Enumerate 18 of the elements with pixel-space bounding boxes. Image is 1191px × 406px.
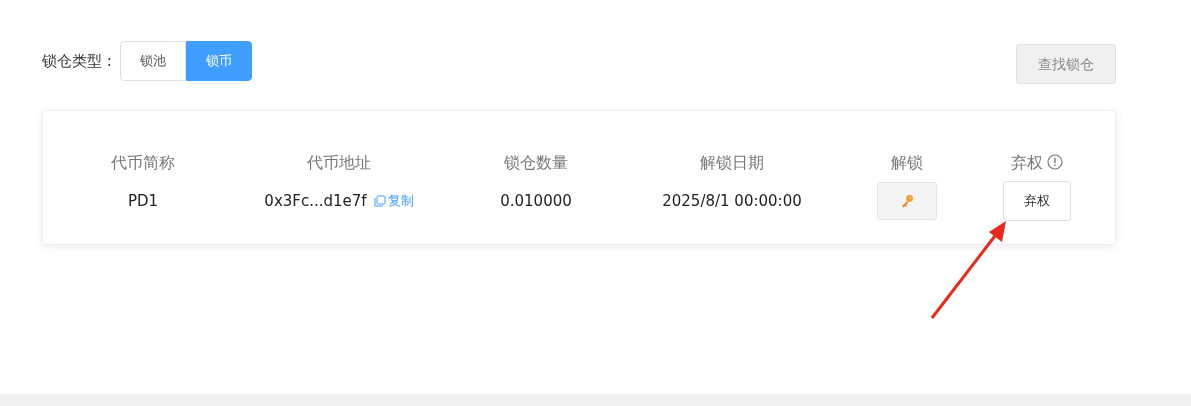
renounce-button[interactable]: 弃权	[1003, 181, 1071, 221]
column-header: 解锁	[891, 153, 923, 172]
key-icon	[900, 194, 914, 208]
table-cell-text: 2025/8/1 00:00:00	[662, 190, 802, 212]
column-header: 锁仓数量	[504, 153, 568, 172]
filter-option[interactable]: 锁池	[119, 41, 186, 81]
column-header: 弃权	[1011, 153, 1043, 172]
filter-label: 锁仓类型 :	[42, 50, 112, 72]
info-icon	[1047, 154, 1063, 170]
copy-link[interactable]: 复制	[373, 191, 414, 211]
table-cell-text: PD1	[127, 190, 159, 212]
column-header: 代币简称	[111, 153, 175, 172]
column-header: 解锁日期	[700, 153, 764, 172]
table-cell-text: 0.010000	[500, 190, 572, 212]
copy-icon	[373, 195, 386, 207]
column-header: 代币地址	[307, 153, 371, 172]
filter-option[interactable]: 锁币	[185, 41, 252, 81]
table-cell-text: 0x3Fc...d1e7f	[264, 190, 367, 212]
